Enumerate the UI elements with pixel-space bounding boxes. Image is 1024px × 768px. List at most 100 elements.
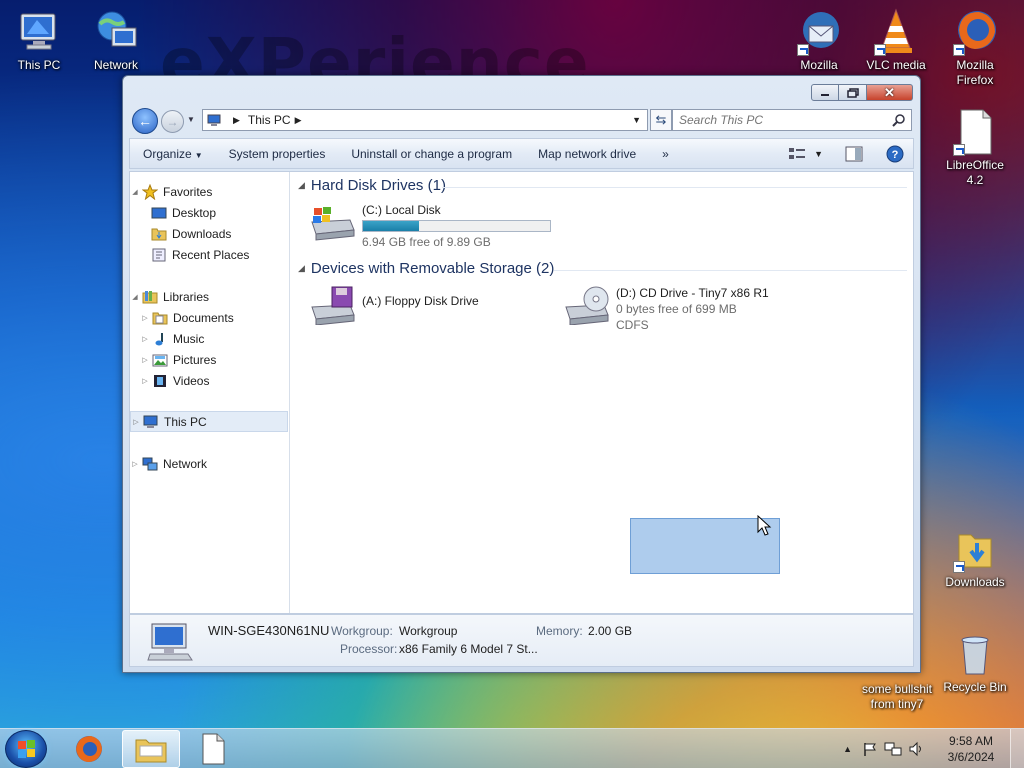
drive-name: (D:) CD Drive - Tiny7 x86 R1 (616, 286, 769, 300)
expand-arrow-icon[interactable]: ▷ (140, 356, 150, 364)
refresh-icon: ⇆ (655, 112, 667, 127)
drive-info: (A:) Floppy Disk Drive (362, 285, 479, 325)
desktop-icon-label: LibreOffice 4.2 (946, 158, 1004, 187)
clock[interactable]: 9:58 AM 3/6/2024 (932, 733, 1010, 765)
videos-filmstrip-icon (154, 374, 166, 387)
taskbar-libreoffice[interactable] (184, 730, 242, 768)
recent-pages-dropdown[interactable]: ▼ (187, 115, 195, 124)
preview-pane-icon[interactable] (845, 146, 863, 162)
nav-music[interactable]: ▷ Music (130, 328, 288, 349)
nav-label: Network (163, 456, 208, 471)
collapse-arrow-icon[interactable]: ◢ (298, 263, 305, 274)
help-icon[interactable]: ? (885, 144, 905, 164)
restore-button[interactable] (839, 84, 867, 101)
back-button[interactable]: ← (132, 108, 158, 134)
search-input[interactable] (679, 113, 879, 127)
nav-downloads[interactable]: Downloads (130, 223, 288, 244)
view-options-chevron-icon[interactable]: ▼ (814, 149, 823, 159)
drive-a[interactable]: (A:) Floppy Disk Drive (308, 285, 479, 325)
nav-label: This PC (164, 414, 207, 429)
organize-menu[interactable]: Organize ▼ (130, 147, 216, 161)
nav-label: Music (173, 331, 205, 346)
close-icon: ✕ (884, 84, 895, 100)
clock-date: 3/6/2024 (947, 750, 995, 764)
taskbar-explorer[interactable] (122, 730, 180, 768)
memory-label: Memory: (536, 624, 583, 638)
forward-arrow-icon: → (166, 114, 179, 129)
map-network-drive-button[interactable]: Map network drive (525, 147, 649, 161)
uninstall-program-button[interactable]: Uninstall or change a program (338, 147, 525, 161)
memory-value: 2.00 GB (588, 624, 633, 638)
desktop-icon-tiny7[interactable]: some bullshit from tiny7 (859, 682, 935, 712)
workgroup-value: Workgroup (399, 624, 458, 638)
nav-this-pc[interactable]: ▷ This PC (130, 411, 288, 432)
group-header-removable-storage[interactable]: ◢ Devices with Removable Storage (2) (298, 260, 554, 277)
expand-arrow-icon[interactable]: ▷ (140, 335, 150, 343)
desktop-icon-downloads[interactable]: Downloads (938, 525, 1012, 590)
taskbar-firefox[interactable] (60, 730, 118, 768)
nav-favorites[interactable]: ◢ Favorites (130, 181, 288, 202)
breadcrumb-this-pc[interactable]: This PC (248, 113, 291, 127)
desktop-icon-firefox[interactable]: Mozilla Firefox (938, 8, 1012, 88)
collapse-arrow-icon[interactable]: ◢ (130, 188, 140, 196)
explorer-folder-icon (135, 739, 167, 763)
desktop-icon-vlc[interactable]: VLC media (859, 8, 933, 73)
nav-desktop[interactable]: Desktop (130, 202, 288, 223)
desktop-icon-label: Recycle Bin (943, 680, 1007, 694)
expand-arrow-icon[interactable]: ▷ (131, 418, 141, 426)
drive-c[interactable]: (C:) Local Disk 6.94 GB free of 9.89 GB (308, 202, 551, 250)
nav-documents[interactable]: ▷ Documents (130, 307, 288, 328)
address-bar[interactable]: ▶ This PC ▶ ▼ (202, 109, 648, 131)
desktop-icon-network[interactable]: Network (79, 8, 153, 73)
nav-libraries[interactable]: ◢ Libraries (130, 286, 288, 307)
details-pane: WIN-SGE430N61NU Workgroup: Workgroup Mem… (129, 614, 914, 667)
breadcrumb-chevron-icon[interactable]: ▶ (233, 115, 240, 126)
close-button[interactable]: ✕ (867, 84, 913, 101)
show-hidden-icons-chevron-icon[interactable]: ▲ (843, 744, 852, 754)
expand-arrow-icon[interactable]: ▷ (140, 377, 150, 385)
network-status-icon[interactable] (884, 741, 902, 757)
desktop-icon-recycle-bin[interactable]: Recycle Bin (938, 630, 1012, 695)
nav-pictures[interactable]: ▷ Pictures (130, 349, 288, 370)
document-icon (202, 733, 225, 765)
address-dropdown-icon[interactable]: ▼ (632, 115, 641, 125)
minimize-button[interactable] (811, 84, 839, 101)
expand-arrow-icon[interactable]: ▷ (140, 314, 150, 322)
more-commands-button[interactable]: » (649, 147, 682, 161)
forward-button[interactable]: → (161, 110, 184, 133)
window-controls: ✕ (811, 84, 913, 101)
nav-recent-places[interactable]: Recent Places (130, 244, 288, 265)
system-properties-button[interactable]: System properties (216, 147, 339, 161)
nav-network[interactable]: ▷ Network (130, 453, 288, 474)
computer-icon (15, 8, 63, 56)
show-desktop-button[interactable] (1010, 729, 1024, 768)
refresh-button[interactable]: ⇆ (650, 109, 672, 131)
nav-videos[interactable]: ▷ Videos (130, 370, 288, 391)
computer-icon (143, 415, 158, 428)
breadcrumb-chevron-icon[interactable]: ▶ (295, 115, 302, 126)
start-button[interactable] (5, 730, 47, 768)
desktop-icon-this-pc[interactable]: This PC (2, 8, 76, 73)
desktop-icon-label: This PC (17, 58, 61, 72)
change-view-icon[interactable] (788, 147, 806, 161)
drive-d[interactable]: (D:) CD Drive - Tiny7 x86 R1 0 bytes fre… (562, 285, 769, 333)
windows-logo-icon (18, 740, 35, 758)
search-box[interactable] (672, 109, 912, 131)
recycle-bin-icon (951, 630, 999, 678)
action-center-flag-icon[interactable] (862, 741, 878, 757)
group-title: Devices with Removable Storage (2) (310, 260, 555, 277)
expand-arrow-icon[interactable]: ▷ (130, 460, 140, 468)
recent-places-icon (152, 248, 166, 261)
group-header-hard-disk-drives[interactable]: ◢ Hard Disk Drives (1) (298, 177, 446, 194)
star-icon (142, 183, 158, 200)
thunderbird-icon (795, 8, 843, 56)
desktop-icon-mozilla[interactable]: Mozilla (782, 8, 856, 73)
collapse-arrow-icon[interactable]: ◢ (298, 180, 305, 191)
volume-icon[interactable] (908, 741, 924, 757)
computer-name: WIN-SGE430N61NU (208, 623, 330, 638)
collapse-arrow-icon[interactable]: ◢ (130, 293, 140, 301)
nav-label: Desktop (172, 205, 217, 220)
music-note-icon (155, 332, 163, 345)
desktop-icon-libreoffice[interactable]: LibreOffice 4.2 (938, 108, 1012, 188)
explorer-body: ◢ Favorites Desktop Downloads Recent Plac… (129, 171, 914, 614)
